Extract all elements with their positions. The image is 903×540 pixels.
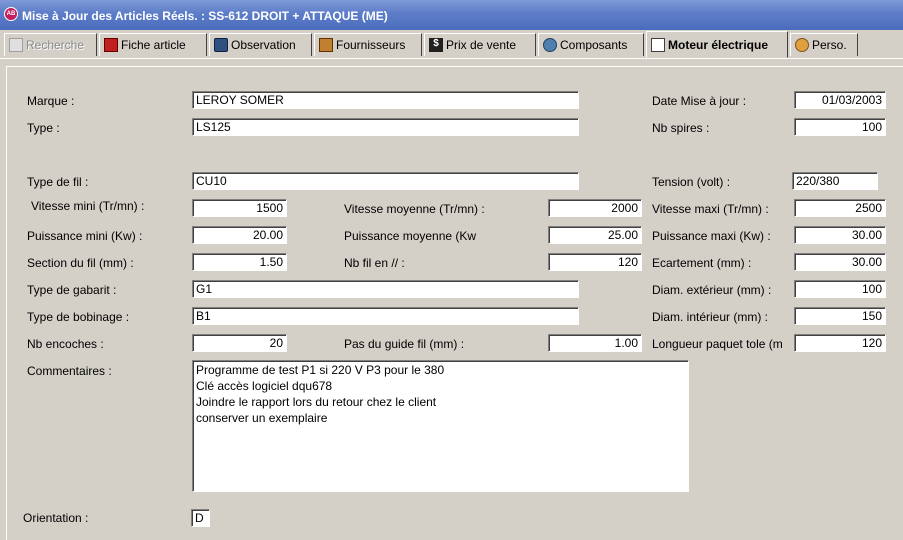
ecartement-field[interactable]: 30.00 — [794, 253, 886, 271]
puissance-mini-label: Puissance mini (Kw) : — [27, 229, 143, 243]
orientation-label: Orientation : — [23, 511, 89, 525]
tab-label: Perso. — [812, 38, 847, 52]
puissance-moy-label: Puissance moyenne (Kw — [344, 229, 477, 243]
tab-label: Observation — [231, 38, 296, 52]
ecartement-label: Ecartement (mm) : — [652, 256, 752, 270]
notepad-icon — [651, 37, 665, 52]
puissance-moy-field[interactable]: 25.00 — [548, 226, 642, 244]
vitesse-mini-field[interactable]: 1500 — [192, 199, 287, 217]
type-fil-field[interactable]: CU10 — [192, 172, 579, 190]
puissance-maxi-label: Puissance maxi (Kw) : — [652, 229, 771, 243]
tab-observation[interactable]: Observation — [209, 33, 312, 56]
nb-encoches-label: Nb encoches : — [27, 337, 104, 351]
tab-label: Composants — [560, 38, 628, 52]
type-label: Type : — [27, 121, 60, 135]
window-title: Mise à Jour des Articles Réels. : SS-612… — [22, 9, 388, 23]
tab-composants[interactable]: Composants — [538, 33, 644, 56]
type-bobinage-field[interactable]: B1 — [192, 307, 579, 325]
commentaires-textarea[interactable]: Programme de test P1 si 220 V P3 pour le… — [192, 360, 689, 492]
tension-field[interactable]: 220/380 — [792, 172, 878, 190]
puissance-maxi-field[interactable]: 30.00 — [794, 226, 886, 244]
nb-fil-label: Nb fil en // : — [344, 256, 405, 270]
comment-line: conserver un exemplaire — [196, 411, 328, 425]
type-gabarit-label: Type de gabarit : — [27, 283, 117, 297]
diam-ext-field[interactable]: 100 — [794, 280, 886, 298]
tab-label: Fiche article — [121, 38, 186, 52]
section-fil-label: Section du fil (mm) : — [27, 256, 134, 270]
tab-label: Moteur électrique — [668, 37, 769, 52]
nb-fil-field[interactable]: 120 — [548, 253, 642, 271]
tab-label: Fournisseurs — [336, 38, 406, 52]
orientation-field[interactable]: D — [191, 509, 210, 527]
diam-int-field[interactable]: 150 — [794, 307, 886, 325]
search-icon — [9, 38, 23, 52]
components-icon — [543, 38, 557, 52]
tab-label: Prix de vente — [446, 38, 517, 52]
longueur-paquet-field[interactable]: 120 — [794, 334, 886, 352]
tab-fiche-article[interactable]: Fiche article — [99, 33, 207, 56]
nb-spires-label: Nb spires : — [652, 121, 710, 135]
tension-label: Tension (volt) : — [652, 175, 731, 189]
puissance-mini-field[interactable]: 20.00 — [192, 226, 287, 244]
tab-recherche[interactable]: Recherche — [4, 33, 97, 56]
dollar-icon: $ — [429, 38, 443, 52]
comment-line: Programme de test P1 si 220 V P3 pour le… — [196, 363, 445, 377]
user-icon — [795, 38, 809, 52]
diam-ext-label: Diam. extérieur (mm) : — [652, 283, 772, 297]
observation-icon — [214, 38, 228, 52]
marque-field[interactable]: LEROY SOMER — [192, 91, 579, 109]
type-gabarit-field[interactable]: G1 — [192, 280, 579, 298]
pas-guide-label: Pas du guide fil (mm) : — [344, 337, 465, 351]
date-maj-field[interactable]: 01/03/2003 — [794, 91, 886, 109]
vitesse-moy-label: Vitesse moyenne (Tr/mn) : — [344, 202, 485, 216]
tab-fournisseurs[interactable]: Fournisseurs — [314, 33, 422, 56]
vitesse-moy-field[interactable]: 2000 — [548, 199, 642, 217]
comment-line: Clé accès logiciel dqu678 — [196, 379, 333, 393]
comment-line: Joindre le rapport lors du retour chez l… — [196, 395, 437, 409]
vitesse-maxi-field[interactable]: 2500 — [794, 199, 886, 217]
diam-int-label: Diam. intérieur (mm) : — [652, 310, 769, 324]
title-bar[interactable]: AB Mise à Jour des Articles Réels. : SS-… — [0, 0, 903, 30]
suppliers-icon — [319, 38, 333, 52]
tab-bar: Recherche Fiche article Observation Four… — [0, 30, 903, 59]
marque-label: Marque : — [27, 94, 75, 108]
commentaires-label: Commentaires : — [27, 364, 112, 378]
tab-perso[interactable]: Perso. — [790, 33, 858, 56]
tab-label: Recherche — [26, 38, 85, 52]
tab-prix-de-vente[interactable]: $ Prix de vente — [424, 33, 536, 56]
article-icon — [104, 38, 118, 52]
vitesse-maxi-label: Vitesse maxi (Tr/mn) : — [652, 202, 769, 216]
nb-spires-field[interactable]: 100 — [794, 118, 886, 136]
type-bobinage-label: Type de bobinage : — [27, 310, 130, 324]
type-field[interactable]: LS125 — [192, 118, 579, 136]
app-icon[interactable]: AB — [4, 7, 18, 21]
tab-moteur-electrique[interactable]: Moteur électrique — [646, 31, 788, 58]
longueur-paquet-label: Longueur paquet tole (m — [652, 337, 783, 351]
vitesse-mini-label: Vitesse mini (Tr/mn) : — [31, 199, 145, 213]
nb-encoches-field[interactable]: 20 — [192, 334, 287, 352]
date-maj-label: Date Mise à jour : — [652, 94, 747, 108]
section-fil-field[interactable]: 1.50 — [192, 253, 287, 271]
type-fil-label: Type de fil : — [27, 175, 89, 189]
pas-guide-field[interactable]: 1.00 — [548, 334, 642, 352]
